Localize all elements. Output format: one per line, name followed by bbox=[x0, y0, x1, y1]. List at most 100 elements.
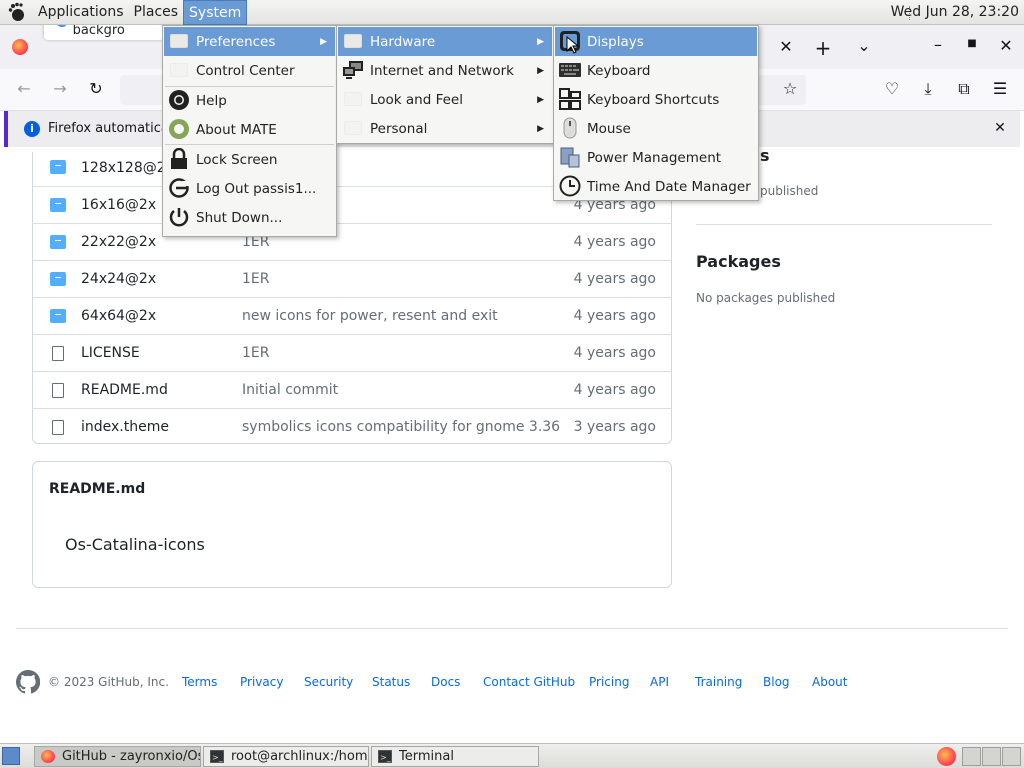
reload-icon[interactable]: ↻ bbox=[84, 79, 108, 98]
commit-age: 4 years ago bbox=[573, 345, 656, 361]
footer-link-terms[interactable]: Terms bbox=[182, 675, 217, 689]
table-row[interactable]: index.theme symbolics icons compatibility… bbox=[33, 408, 671, 445]
menu-item-power-management[interactable]: Power Management bbox=[555, 143, 757, 172]
file-name[interactable]: LICENSE bbox=[81, 345, 140, 361]
window-close-icon[interactable]: ✕ bbox=[994, 36, 1018, 55]
commit-message[interactable]: new icons for power, resent and exit bbox=[242, 308, 498, 324]
folder-icon bbox=[50, 160, 66, 174]
folder-icon bbox=[50, 309, 66, 323]
packages-heading[interactable]: Packages bbox=[696, 252, 781, 271]
commit-age: 4 years ago bbox=[573, 271, 656, 287]
menu-item-log-out[interactable]: Log Out passis1... bbox=[164, 174, 335, 203]
file-name[interactable]: README.md bbox=[81, 382, 168, 398]
menu-item-lock-screen[interactable]: Lock Screen bbox=[164, 145, 335, 174]
commit-message[interactable]: symbolics icons compatibility for gnome … bbox=[242, 419, 560, 435]
workspace-1[interactable] bbox=[962, 747, 981, 766]
footer-link-security[interactable]: Security bbox=[304, 675, 353, 689]
file-name[interactable]: 16x16@2x bbox=[81, 197, 156, 213]
firefox-icon bbox=[41, 750, 55, 763]
github-logo-icon[interactable] bbox=[16, 670, 40, 694]
download-icon[interactable]: ⤓ bbox=[916, 79, 940, 99]
commit-age: 4 years ago bbox=[573, 234, 656, 250]
readme-heading[interactable]: README.md bbox=[49, 481, 145, 497]
table-row[interactable]: 64x64@2x new icons for power, resent and … bbox=[33, 297, 671, 334]
footer-link-blog[interactable]: Blog bbox=[763, 675, 790, 689]
menu-item-keyboard-shortcuts[interactable]: Keyboard Shortcuts bbox=[555, 85, 757, 114]
back-icon[interactable]: ← bbox=[12, 79, 36, 98]
task-github[interactable]: GitHub - zayronxio/Os... bbox=[34, 746, 201, 767]
taskbar: GitHub - zayronxio/Os... root@archlinux:… bbox=[0, 743, 1024, 768]
pocket-icon[interactable]: ♡ bbox=[880, 79, 904, 98]
keyboard-shortcuts-icon bbox=[559, 88, 581, 110]
menu-item-preferences[interactable]: Preferences ▶ bbox=[164, 27, 335, 56]
forward-icon[interactable]: → bbox=[48, 79, 72, 98]
new-tab-icon[interactable]: + bbox=[811, 36, 835, 60]
task-root-terminal[interactable]: root@archlinux:/hom... bbox=[203, 746, 369, 767]
maximize-icon[interactable]: ■ bbox=[960, 38, 984, 49]
file-icon bbox=[52, 420, 64, 435]
copyright: © 2023 GitHub, Inc. bbox=[48, 675, 169, 689]
gnome-foot-icon[interactable] bbox=[6, 1, 28, 23]
info-icon: i bbox=[24, 121, 40, 137]
menu-item-displays[interactable]: Displays bbox=[555, 27, 757, 56]
menu-item-keyboard[interactable]: Keyboard bbox=[555, 56, 757, 85]
menu-item-time-date[interactable]: Time And Date Manager bbox=[555, 172, 757, 201]
hardware-menu: Displays Keyboard Keyboard Shortcuts Mou… bbox=[553, 25, 759, 201]
footer-link-training[interactable]: Training bbox=[695, 675, 742, 689]
close-tab-icon[interactable]: ✕ bbox=[774, 37, 798, 56]
menu-applications[interactable]: Applications bbox=[33, 0, 129, 25]
log-out-icon bbox=[168, 177, 190, 199]
commit-message[interactable]: 1ER bbox=[242, 345, 269, 361]
menu-item-about-mate[interactable]: About MATE bbox=[164, 115, 335, 144]
footer: © 2023 GitHub, Inc. Terms Privacy Security… bbox=[16, 670, 1016, 694]
extensions-icon[interactable]: ⧉ bbox=[952, 79, 976, 99]
file-name[interactable]: 128x128@2x bbox=[81, 160, 174, 176]
submenu-arrow-icon: ▶ bbox=[537, 36, 544, 47]
file-name[interactable]: 24x24@2x bbox=[81, 271, 156, 287]
commit-age: 3 years ago bbox=[573, 419, 656, 435]
menu-item-look-and-feel[interactable]: Look and Feel ▶ bbox=[338, 85, 552, 114]
menu-item-shut-down[interactable]: Shut Down... bbox=[164, 203, 335, 232]
workspace-2[interactable] bbox=[982, 747, 1001, 766]
terminal-icon bbox=[378, 748, 392, 766]
menu-item-internet-network[interactable]: Internet and Network ▶ bbox=[338, 56, 552, 85]
table-row[interactable]: README.md Initial commit 4 years ago bbox=[33, 371, 671, 408]
menu-item-personal[interactable]: Personal ▶ bbox=[338, 114, 552, 143]
footer-link-privacy[interactable]: Privacy bbox=[240, 675, 283, 689]
menu-item-help[interactable]: Help bbox=[164, 86, 335, 115]
notification-close-icon[interactable]: ✕ bbox=[988, 120, 1012, 136]
show-desktop-icon[interactable] bbox=[2, 747, 20, 765]
commit-message[interactable]: 1ER bbox=[242, 271, 269, 287]
workspace-3[interactable] bbox=[1002, 747, 1021, 766]
footer-link-contact-github[interactable]: Contact GitHub bbox=[483, 675, 575, 689]
footer-link-status[interactable]: Status bbox=[372, 675, 410, 689]
minimize-icon[interactable]: – bbox=[926, 35, 950, 54]
footer-link-pricing[interactable]: Pricing bbox=[589, 675, 629, 689]
clock[interactable]: Wed Jun 28, 23:20 bbox=[891, 0, 1019, 25]
menu-item-hardware[interactable]: Hardware ▶ bbox=[338, 27, 552, 56]
menu-places[interactable]: Places bbox=[129, 0, 184, 25]
menu-system[interactable]: System bbox=[183, 0, 248, 25]
file-name[interactable]: index.theme bbox=[81, 419, 169, 435]
power-icon bbox=[168, 206, 190, 228]
firefox-icon[interactable] bbox=[12, 39, 28, 55]
file-name[interactable]: 64x64@2x bbox=[81, 308, 156, 324]
menu-item-mouse[interactable]: Mouse bbox=[555, 114, 757, 143]
menu-item-control-center[interactable]: Control Center bbox=[164, 56, 335, 85]
footer-link-about[interactable]: About bbox=[812, 675, 847, 689]
submenu-arrow-icon: ▶ bbox=[320, 36, 327, 47]
app-menu-icon[interactable]: ☰ bbox=[988, 79, 1012, 98]
footer-link-docs[interactable]: Docs bbox=[431, 675, 460, 689]
commit-age: 4 years ago bbox=[573, 308, 656, 324]
releases-heading[interactable]: s bbox=[760, 146, 770, 165]
firefox-tray-icon[interactable] bbox=[937, 747, 956, 766]
task-terminal[interactable]: Terminal bbox=[371, 746, 539, 767]
table-row[interactable]: LICENSE 1ER 4 years ago bbox=[33, 334, 671, 371]
bookmark-star-icon[interactable]: ☆ bbox=[778, 79, 802, 98]
table-row[interactable]: 24x24@2x 1ER 4 years ago bbox=[33, 260, 671, 297]
commit-message[interactable]: Initial commit bbox=[242, 382, 338, 398]
file-name[interactable]: 22x22@2x bbox=[81, 234, 156, 250]
footer-link-api[interactable]: API bbox=[650, 675, 669, 689]
list-tabs-chevron-icon[interactable]: ⌄ bbox=[852, 36, 876, 55]
table-row[interactable]: 22x22@2x 1ER 4 years ago bbox=[33, 223, 671, 260]
